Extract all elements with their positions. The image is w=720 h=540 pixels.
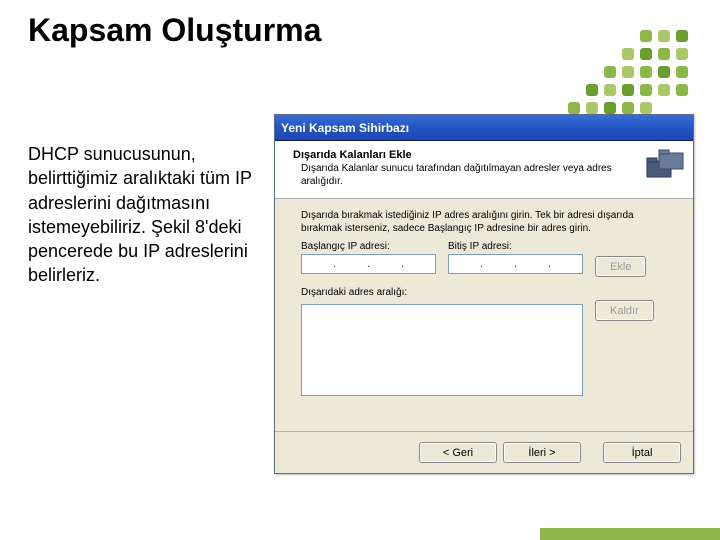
add-button[interactable]: Ekle: [595, 256, 646, 277]
next-button[interactable]: İleri >: [503, 442, 581, 463]
wizard-header: Dışarıda Kalanları Ekle Dışarıda Kalanla…: [275, 141, 693, 199]
wizard-content: Dışarıda bırakmak istediğiniz IP adres a…: [275, 199, 693, 431]
start-ip-label: Başlangıç IP adresi:: [301, 241, 436, 252]
ip-separator: .: [367, 258, 370, 270]
wizard-dialog: Yeni Kapsam Sihirbazı Dışarıda Kalanları…: [274, 114, 694, 474]
end-ip-input[interactable]: . . .: [448, 254, 583, 274]
end-ip-label: Bitiş IP adresi:: [448, 241, 583, 252]
wizard-header-description: Dışarıda Kalanlar sunucu tarafından dağı…: [301, 163, 633, 188]
ip-separator: .: [480, 258, 483, 270]
ip-separator: .: [401, 258, 404, 270]
wizard-titlebar[interactable]: Yeni Kapsam Sihirbazı: [275, 115, 693, 141]
slide-title: Kapsam Oluşturma: [28, 12, 321, 49]
ip-separator: .: [548, 258, 551, 270]
wizard-header-title: Dışarıda Kalanları Ekle: [293, 149, 633, 161]
wizard-instruction-text: Dışarıda bırakmak istediğiniz IP adres a…: [301, 209, 667, 235]
back-button[interactable]: < Geri: [419, 442, 497, 463]
decorative-corner-bar: [540, 528, 720, 540]
excluded-range-listbox[interactable]: [301, 304, 583, 396]
remove-button[interactable]: Kaldır: [595, 300, 654, 321]
wizard-footer: < Geri İleri > İptal: [275, 431, 693, 473]
slide-body-text: DHCP sunucusunun, belirttiğimiz aralıkta…: [28, 142, 264, 288]
cancel-button[interactable]: İptal: [603, 442, 681, 463]
folders-icon: [645, 147, 687, 181]
ip-separator: .: [333, 258, 336, 270]
start-ip-input[interactable]: . . .: [301, 254, 436, 274]
excluded-range-label: Dışarıdaki adres aralığı:: [301, 287, 667, 298]
wizard-title-text: Yeni Kapsam Sihirbazı: [281, 121, 409, 135]
ip-separator: .: [514, 258, 517, 270]
